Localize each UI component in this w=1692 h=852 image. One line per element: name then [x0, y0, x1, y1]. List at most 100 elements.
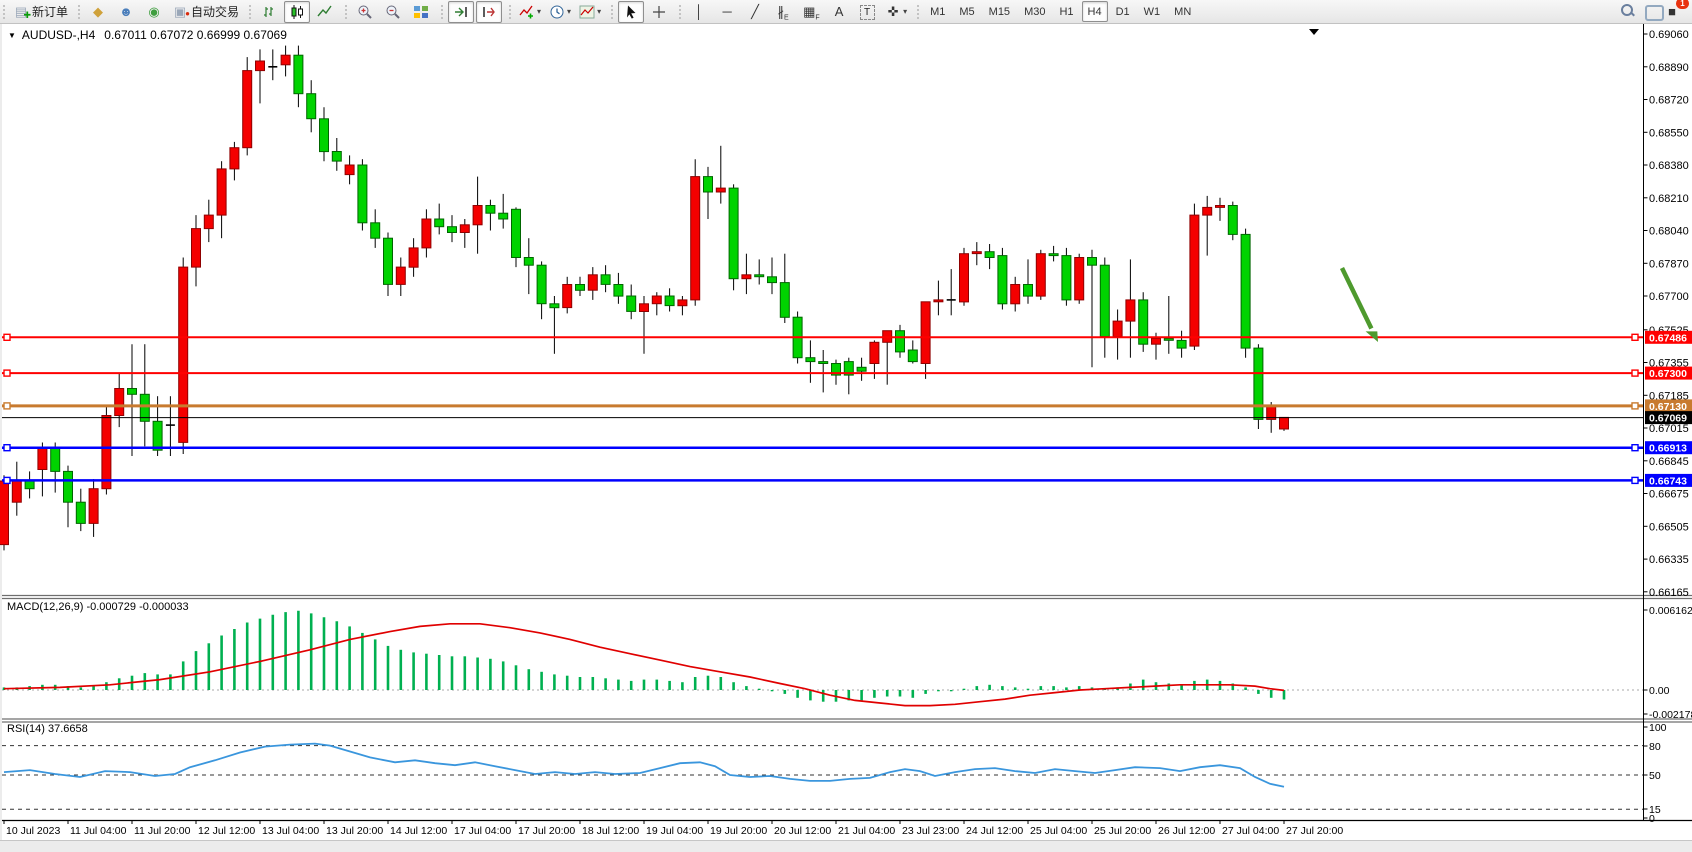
crosshair-icon: [651, 4, 667, 20]
zoom-in-button[interactable]: [352, 1, 378, 23]
trendline-button[interactable]: ╱: [742, 1, 768, 23]
timeframe-m15-button[interactable]: M15: [983, 1, 1016, 22]
svg-text:0.66743: 0.66743: [1649, 475, 1687, 487]
tile-windows-button[interactable]: [408, 1, 434, 23]
new-order-button-label: 新订单: [32, 3, 68, 20]
toolbar-right: ■1: [1613, 1, 1692, 23]
toolbar-group-chart-type: [246, 0, 342, 23]
fibonacci-button[interactable]: ▦F: [798, 1, 824, 23]
candlestick-chart-button[interactable]: [284, 1, 310, 23]
zoom-out-button[interactable]: [380, 1, 406, 23]
timeframe-m15-button-label: M15: [989, 6, 1010, 18]
macd-indicator-label: MACD(12,26,9) -0.000729 -0.000033: [7, 601, 189, 613]
arrows-button[interactable]: ✜▾: [882, 1, 910, 23]
market-watch-button[interactable]: ◆: [85, 1, 111, 23]
text-button[interactable]: A: [826, 1, 852, 23]
cursor-button[interactable]: [618, 1, 644, 23]
status-bar: [0, 840, 1692, 852]
shapes-icon: ✜: [885, 4, 901, 20]
autotrading-button[interactable]: ▣●自动交易: [169, 1, 242, 23]
timeframe-w1-button[interactable]: W1: [1138, 1, 1167, 22]
line-chart-icon: [317, 4, 333, 20]
new-order-button[interactable]: ▤✚新订单: [10, 1, 71, 23]
svg-text:13 Jul 20:00: 13 Jul 20:00: [326, 825, 383, 837]
chart-symbol-label: AUDUSD-,H4: [22, 28, 95, 42]
vline-icon: │: [691, 4, 707, 20]
timeframe-h1-button[interactable]: H1: [1053, 1, 1079, 22]
timeframe-mn-button-label: MN: [1174, 6, 1191, 18]
price-chart: 0.690600.688900.687200.685500.683800.682…: [0, 24, 1692, 841]
funnel-icon: ◆: [90, 4, 106, 20]
doc-plus-icon: ▤✚: [13, 4, 29, 20]
svg-text:11 Jul 20:00: 11 Jul 20:00: [134, 825, 191, 837]
svg-text:14 Jul 12:00: 14 Jul 12:00: [390, 825, 447, 837]
bar-chart-button[interactable]: [256, 1, 282, 23]
textbox-icon: T: [860, 4, 875, 20]
timeframe-h4-button-label: H4: [1088, 6, 1102, 18]
zoom-out-icon: [385, 4, 401, 20]
svg-text:17 Jul 20:00: 17 Jul 20:00: [518, 825, 575, 837]
vertical-line-button[interactable]: │: [686, 1, 712, 23]
dropdown-caret-icon[interactable]: ▾: [537, 7, 541, 16]
indicators-button[interactable]: ▾: [516, 1, 544, 23]
chart-shift-icon: [481, 4, 497, 20]
fibo-icon: ▦F: [803, 4, 819, 20]
autotrading-button-label: 自动交易: [191, 3, 239, 20]
dropdown-caret-icon[interactable]: ▾: [903, 7, 907, 16]
timeframe-m30-button[interactable]: M30: [1018, 1, 1051, 22]
svg-text:-0.002178: -0.002178: [1649, 709, 1692, 721]
svg-text:0.67069: 0.67069: [1649, 413, 1687, 425]
svg-text:24 Jul 12:00: 24 Jul 12:00: [966, 825, 1023, 837]
svg-text:19 Jul 04:00: 19 Jul 04:00: [646, 825, 703, 837]
chart-menu-icon[interactable]: ▼: [8, 31, 16, 40]
toolbar-group-timeframes: M1 M5 M15 M30 H1 H4 D1W1 MN: [914, 0, 1201, 23]
dropdown-caret-icon[interactable]: ▾: [597, 7, 601, 16]
svg-text:25 Jul 20:00: 25 Jul 20:00: [1094, 825, 1151, 837]
chart-shift-button[interactable]: [476, 1, 502, 23]
timeframe-m1-button-label: M1: [930, 6, 945, 18]
equidistant-channel-button[interactable]: ∦E: [770, 1, 796, 23]
svg-text:13 Jul 04:00: 13 Jul 04:00: [262, 825, 319, 837]
chart-title: ▼AUDUSD-,H40.67011 0.67072 0.66999 0.670…: [8, 28, 287, 42]
text-label-button[interactable]: T: [854, 1, 880, 23]
svg-text:80: 80: [1649, 741, 1661, 753]
toolbar-group-scroll: [438, 0, 506, 23]
svg-text:19 Jul 20:00: 19 Jul 20:00: [710, 825, 767, 837]
svg-text:0.67300: 0.67300: [1649, 368, 1687, 380]
horizontal-line-button[interactable]: ─: [714, 1, 740, 23]
timeframe-d1-button[interactable]: D1: [1110, 1, 1136, 22]
templates-button[interactable]: ▾: [576, 1, 604, 23]
auto-scroll-button[interactable]: [448, 1, 474, 23]
timeframe-h4-button[interactable]: H4: [1082, 1, 1108, 22]
channel-icon: ∦E: [775, 4, 791, 20]
candle-chart-icon: [289, 4, 305, 20]
svg-text:11 Jul 04:00: 11 Jul 04:00: [70, 825, 127, 837]
search-button[interactable]: [1614, 1, 1640, 23]
svg-text:20 Jul 12:00: 20 Jul 12:00: [774, 825, 831, 837]
svg-text:0: 0: [1649, 813, 1655, 825]
svg-text:0.68380: 0.68380: [1649, 160, 1689, 172]
svg-text:26 Jul 12:00: 26 Jul 12:00: [1158, 825, 1215, 837]
timeframe-mn-button[interactable]: MN: [1168, 1, 1197, 22]
svg-text:0.66913: 0.66913: [1649, 443, 1687, 455]
crosshair-button[interactable]: [646, 1, 672, 23]
indicator-add-icon: [519, 4, 535, 20]
svg-text:17 Jul 04:00: 17 Jul 04:00: [454, 825, 511, 837]
svg-text:27 Jul 04:00: 27 Jul 04:00: [1222, 825, 1279, 837]
svg-text:0.006162: 0.006162: [1649, 605, 1692, 617]
timeframe-m5-button[interactable]: M5: [953, 1, 980, 22]
timeframe-m30-button-label: M30: [1024, 6, 1045, 18]
toolbar-group-panels: ◆ ☻ ◉▣●自动交易: [75, 0, 246, 23]
timeframe-m5-button-label: M5: [959, 6, 974, 18]
svg-text:0.67700: 0.67700: [1649, 291, 1689, 303]
navigator-button[interactable]: ◉: [141, 1, 167, 23]
data-window-button[interactable]: ☻: [113, 1, 139, 23]
notifications-button[interactable]: ■1: [1642, 1, 1683, 23]
svg-text:0.66505: 0.66505: [1649, 521, 1689, 533]
periods-button[interactable]: ▾: [546, 1, 574, 23]
profile-icon: ☻: [118, 4, 134, 20]
dropdown-caret-icon[interactable]: ▾: [567, 7, 571, 16]
line-chart-button[interactable]: [312, 1, 338, 23]
timeframe-m1-button[interactable]: M1: [924, 1, 951, 22]
svg-text:0.68720: 0.68720: [1649, 95, 1689, 107]
